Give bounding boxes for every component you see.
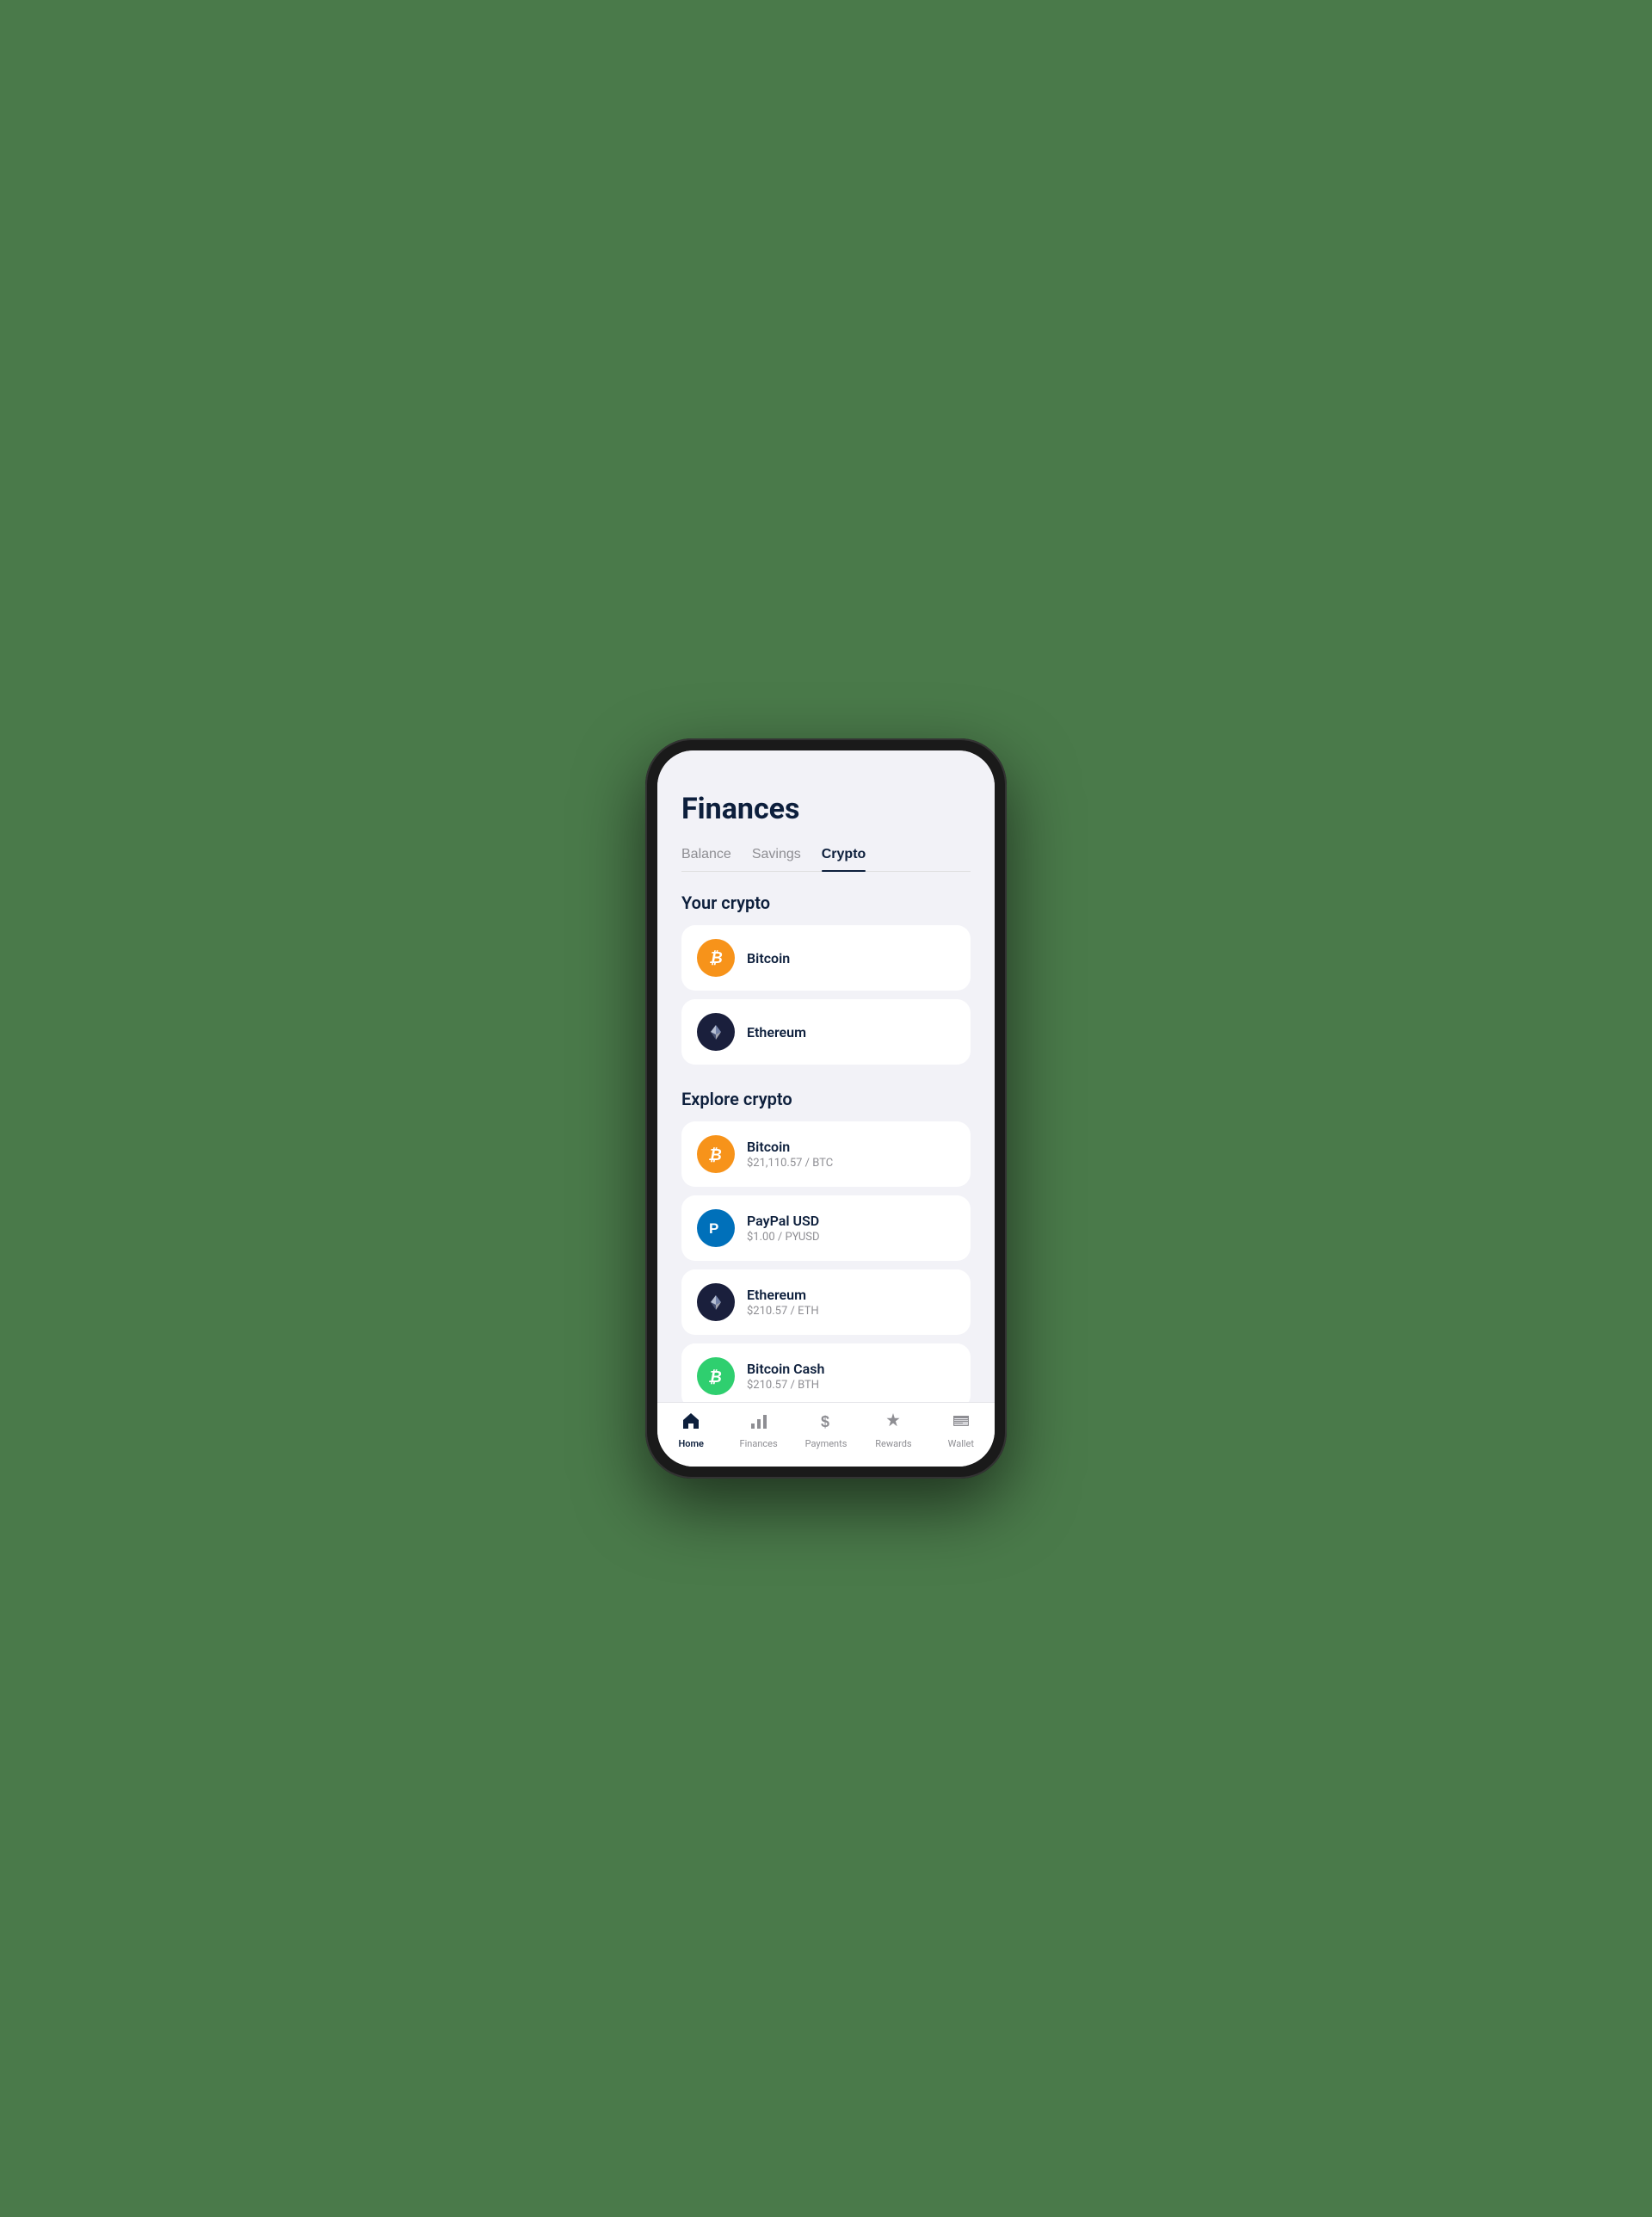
wallet-icon bbox=[952, 1411, 971, 1436]
phone-screen: Finances Balance Savings Crypto Your cry… bbox=[657, 750, 995, 1467]
bitcoin-explore-icon: ₿ bbox=[697, 1135, 735, 1173]
coin-info: Bitcoin Cash $210.57 / BTH bbox=[747, 1361, 824, 1392]
coin-name: Ethereum bbox=[747, 1287, 819, 1303]
top-section: Finances Balance Savings Crypto bbox=[657, 750, 995, 872]
nav-label-finances: Finances bbox=[740, 1438, 778, 1449]
tab-savings[interactable]: Savings bbox=[752, 847, 801, 871]
coin-info: PayPal USD $1.00 / PYUSD bbox=[747, 1213, 820, 1244]
nav-item-home[interactable]: Home bbox=[657, 1411, 724, 1449]
list-item[interactable]: Ethereum $210.57 / ETH bbox=[681, 1269, 971, 1335]
bottom-nav: Home Finances $ Payment bbox=[657, 1402, 995, 1467]
list-item[interactable]: ₿ Bitcoin $21,110.57 / BTC bbox=[681, 1121, 971, 1187]
coin-price: $1.00 / PYUSD bbox=[747, 1231, 820, 1244]
finances-icon bbox=[749, 1411, 768, 1436]
tab-balance[interactable]: Balance bbox=[681, 847, 731, 871]
coin-name: Bitcoin bbox=[747, 950, 790, 966]
ethereum-explore-icon bbox=[697, 1283, 735, 1321]
your-crypto-title: Your crypto bbox=[681, 892, 971, 913]
nav-label-home: Home bbox=[678, 1438, 704, 1449]
coin-price: $210.57 / BTH bbox=[747, 1379, 824, 1392]
coin-price: $210.57 / ETH bbox=[747, 1305, 819, 1318]
list-item[interactable]: P PayPal USD $1.00 / PYUSD bbox=[681, 1195, 971, 1261]
nav-label-rewards: Rewards bbox=[875, 1438, 911, 1449]
nav-label-payments: Payments bbox=[805, 1438, 848, 1449]
nav-item-payments[interactable]: $ Payments bbox=[792, 1411, 860, 1449]
coin-name: Bitcoin Cash bbox=[747, 1361, 824, 1377]
your-crypto-section: Your crypto ₿ Bitcoin bbox=[657, 872, 995, 1071]
coin-info: Ethereum bbox=[747, 1024, 806, 1041]
nav-item-finances[interactable]: Finances bbox=[724, 1411, 792, 1449]
bitcoin-cash-icon: ₿ bbox=[697, 1357, 735, 1395]
coin-name: PayPal USD bbox=[747, 1213, 820, 1229]
bitcoin-icon: ₿ bbox=[697, 939, 735, 977]
svg-text:P: P bbox=[709, 1220, 718, 1237]
svg-text:₿: ₿ bbox=[708, 1368, 722, 1386]
explore-crypto-title: Explore crypto bbox=[681, 1089, 971, 1109]
nav-item-rewards[interactable]: Rewards bbox=[860, 1411, 927, 1449]
coin-info: Ethereum $210.57 / ETH bbox=[747, 1287, 819, 1318]
coin-name: Ethereum bbox=[747, 1024, 806, 1041]
tabs-container: Balance Savings Crypto bbox=[681, 847, 971, 872]
coin-info: Bitcoin bbox=[747, 950, 790, 966]
svg-text:₿: ₿ bbox=[708, 1146, 722, 1164]
svg-text:₿: ₿ bbox=[709, 949, 723, 966]
home-icon bbox=[681, 1411, 700, 1436]
page-title: Finances bbox=[681, 792, 971, 826]
list-item[interactable]: ₿ Bitcoin bbox=[681, 925, 971, 991]
nav-item-wallet[interactable]: Wallet bbox=[928, 1411, 995, 1449]
svg-text:$: $ bbox=[821, 1413, 829, 1430]
nav-label-wallet: Wallet bbox=[948, 1438, 974, 1449]
paypal-icon: P bbox=[697, 1209, 735, 1247]
rewards-icon bbox=[884, 1411, 903, 1436]
tab-crypto[interactable]: Crypto bbox=[822, 847, 866, 871]
coin-name: Bitcoin bbox=[747, 1139, 833, 1155]
explore-crypto-section: Explore crypto ₿ Bitcoin $21,110.57 / BT… bbox=[657, 1071, 995, 1402]
list-item[interactable]: ₿ Bitcoin Cash $210.57 / BTH bbox=[681, 1343, 971, 1402]
list-item[interactable]: Ethereum bbox=[681, 999, 971, 1065]
ethereum-icon bbox=[697, 1013, 735, 1051]
coin-info: Bitcoin $21,110.57 / BTC bbox=[747, 1139, 833, 1170]
coin-price: $21,110.57 / BTC bbox=[747, 1157, 833, 1170]
phone-frame: Finances Balance Savings Crypto Your cry… bbox=[645, 738, 1007, 1479]
payments-icon: $ bbox=[817, 1411, 835, 1436]
screen-content: Finances Balance Savings Crypto Your cry… bbox=[657, 750, 995, 1402]
